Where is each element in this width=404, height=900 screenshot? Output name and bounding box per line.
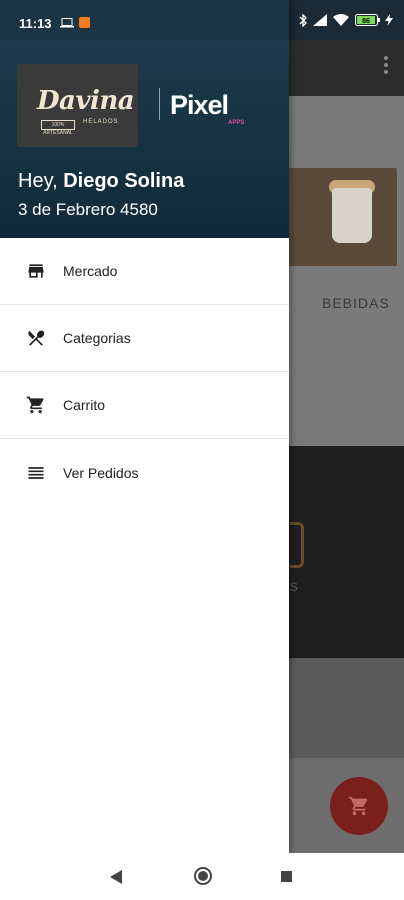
menu-item-mercado[interactable]: Mercado	[0, 238, 289, 305]
user-address: 3 de Febrero 4580	[18, 200, 158, 219]
system-nav-bar	[0, 853, 404, 900]
menu-label: Categorias	[63, 330, 131, 346]
home-icon[interactable]	[194, 867, 212, 885]
laptop-icon	[60, 18, 74, 28]
status-time: 11:13	[19, 16, 52, 31]
utensils-icon	[25, 327, 47, 349]
navigation-drawer: 11:13 Davina 100% ARTESANAL HELADOS Pixe…	[0, 0, 289, 853]
drawer-menu: Mercado Categorias Carrito Ver Pedidos	[0, 238, 289, 506]
bluetooth-icon	[299, 14, 307, 27]
more-options-icon	[384, 56, 388, 78]
charging-icon	[385, 14, 393, 26]
category-label-bebidas: BEBIDAS	[322, 295, 390, 311]
menu-item-categorias[interactable]: Categorias	[0, 305, 289, 372]
davina-logo: Davina 100% ARTESANAL HELADOS	[17, 64, 138, 147]
product-card-image	[287, 168, 397, 266]
menu-label: Ver Pedidos	[63, 464, 139, 481]
user-name: Diego Solina	[63, 170, 185, 192]
status-bar: 11:13	[0, 0, 289, 40]
menu-item-carrito[interactable]: Carrito	[0, 372, 289, 439]
menu-item-ver-pedidos[interactable]: Ver Pedidos	[0, 439, 289, 506]
wifi-icon	[333, 14, 349, 26]
signal-icon	[313, 14, 327, 26]
list-icon	[25, 462, 47, 484]
back-icon[interactable]	[110, 870, 122, 884]
user-greeting: Hey, Diego Solina	[18, 170, 185, 192]
cart-icon	[348, 796, 368, 816]
recent-apps-icon[interactable]	[281, 871, 292, 882]
status-bar-indicators: 86	[289, 0, 404, 40]
banner-text-fragment: s	[290, 578, 298, 595]
pixel-apps-logo: Pixel APPS	[170, 90, 245, 126]
svg-text:86: 86	[362, 18, 370, 25]
menu-label: Carrito	[63, 397, 106, 413]
banner-graphic	[290, 522, 304, 568]
notification-icon	[79, 17, 90, 28]
menu-label: Mercado	[63, 263, 118, 279]
store-icon	[25, 260, 47, 282]
logo-divider	[159, 88, 160, 120]
cart-fab-button	[330, 777, 388, 835]
battery-icon: 86	[355, 14, 380, 26]
cart-icon	[25, 394, 47, 416]
